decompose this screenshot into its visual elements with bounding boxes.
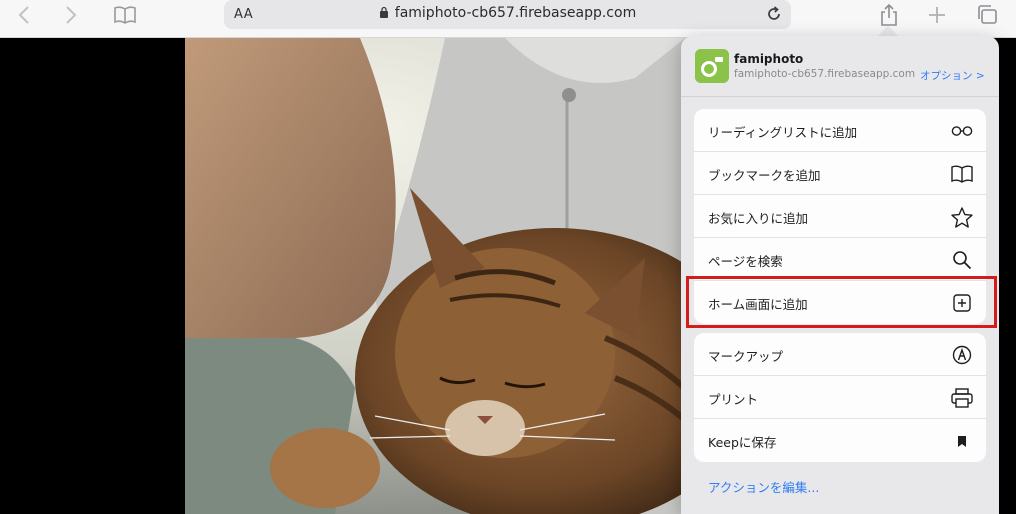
url-display[interactable]: famiphoto-cb657.firebaseapp.com bbox=[224, 5, 791, 21]
lock-icon bbox=[379, 6, 388, 18]
bookmark-icon bbox=[951, 430, 973, 452]
tabs-icon bbox=[978, 5, 997, 24]
star-icon bbox=[951, 206, 973, 228]
action-reading-list[interactable]: リーディングリストに追加 bbox=[694, 109, 986, 152]
action-label: リーディングリストに追加 bbox=[708, 125, 858, 140]
search-icon bbox=[951, 249, 973, 271]
share-button[interactable] bbox=[875, 3, 903, 27]
book-icon bbox=[951, 163, 973, 185]
add-to-home-highlight bbox=[686, 276, 997, 328]
glasses-icon bbox=[951, 120, 973, 142]
bookmarks-button[interactable] bbox=[111, 3, 139, 27]
action-find-on-page[interactable]: ページを検索 bbox=[694, 238, 986, 281]
edit-actions-link[interactable]: アクションを編集... bbox=[708, 477, 819, 496]
action-label: マークアップ bbox=[708, 349, 784, 364]
forward-button[interactable] bbox=[57, 3, 85, 27]
action-markup[interactable]: マークアップ bbox=[694, 333, 986, 376]
action-label: お気に入りに追加 bbox=[708, 211, 809, 226]
share-header: famiphoto famiphoto-cb657.firebaseapp.co… bbox=[681, 36, 999, 97]
plus-icon bbox=[929, 7, 945, 23]
actions-group-2: マークアップ プリント Keepに保存 bbox=[694, 333, 986, 462]
printer-icon bbox=[951, 387, 973, 409]
action-print[interactable]: プリント bbox=[694, 376, 986, 419]
book-icon bbox=[114, 6, 136, 24]
action-label: ページを検索 bbox=[708, 254, 783, 269]
browser-toolbar: AA famiphoto-cb657.firebaseapp.com bbox=[0, 0, 1016, 38]
share-sheet: famiphoto famiphoto-cb657.firebaseapp.co… bbox=[681, 36, 999, 514]
action-label: プリント bbox=[708, 392, 759, 407]
famiphoto-app-icon bbox=[695, 49, 729, 83]
action-label: Keepに保存 bbox=[708, 435, 777, 450]
action-add-bookmark[interactable]: ブックマークを追加 bbox=[694, 152, 986, 195]
url-text: famiphoto-cb657.firebaseapp.com bbox=[394, 5, 637, 21]
app-url: famiphoto-cb657.firebaseapp.com bbox=[734, 68, 916, 80]
action-add-favorite[interactable]: お気に入りに追加 bbox=[694, 195, 986, 238]
action-save-to-keep[interactable]: Keepに保存 bbox=[694, 419, 986, 462]
tabs-button[interactable] bbox=[973, 3, 1001, 27]
chevron-left-icon bbox=[18, 6, 29, 24]
new-tab-button[interactable] bbox=[923, 3, 951, 27]
markup-icon bbox=[951, 344, 973, 366]
chevron-right-icon bbox=[66, 6, 77, 24]
app-name: famiphoto bbox=[734, 52, 804, 66]
address-bar[interactable]: AA famiphoto-cb657.firebaseapp.com bbox=[224, 0, 791, 29]
share-icon bbox=[881, 4, 897, 26]
options-link[interactable]: オプション > bbox=[920, 68, 985, 83]
action-label: ブックマークを追加 bbox=[708, 168, 821, 183]
reload-icon[interactable] bbox=[765, 5, 783, 23]
back-button[interactable] bbox=[10, 3, 38, 27]
